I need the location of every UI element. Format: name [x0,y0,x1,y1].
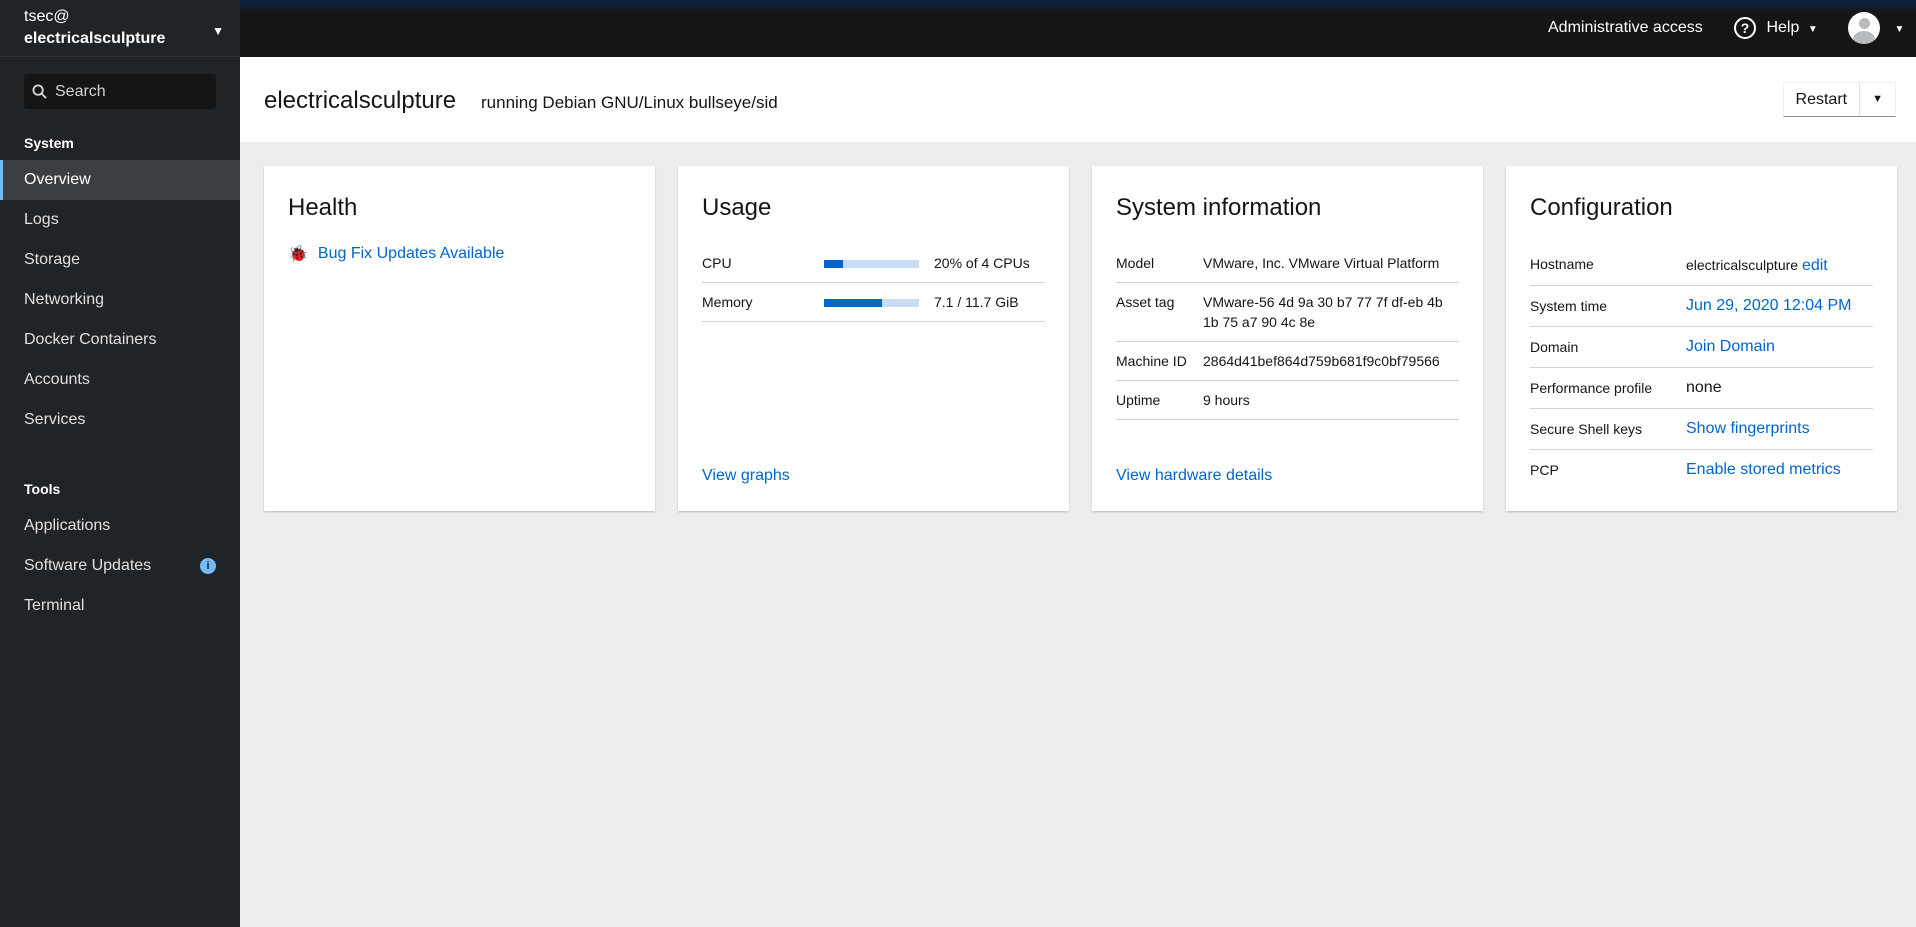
user-label: tsec@ [24,8,70,25]
host-label: electricalsculpture [24,30,166,47]
info-label: Model [1116,244,1203,283]
sidebar: tsec@ electricalsculpture ▼ Search Syste… [0,0,240,927]
os-subtitle: running Debian GNU/Linux bullseye/sid [481,93,778,112]
info-value: VMware, Inc. VMware Virtual Platform [1203,244,1459,283]
bug-icon: 🐞 [288,246,308,263]
help-menu[interactable]: ? Help ▼ [1734,0,1818,57]
nav-logs[interactable]: Logs [0,200,240,240]
administrative-access-button[interactable]: Administrative access [1548,0,1703,57]
card-title: Configuration [1530,194,1673,221]
caret-down-icon: ▼ [212,24,224,38]
config-label: Hostname [1530,244,1686,286]
enable-stored-metrics-link[interactable]: Enable stored metrics [1686,461,1841,478]
config-label: Performance profile [1530,367,1686,409]
nav-overview[interactable]: Overview [0,160,240,200]
info-label: Machine ID [1116,341,1203,381]
page-header: electricalsculpture running Debian GNU/L… [240,57,1916,142]
help-label: Help [1766,19,1800,36]
nav-label: Software Updates [24,557,152,574]
usage-table: CPU 20% of 4 CPUs Memory 7.1 / 11.7 GiB [702,244,1045,322]
info-value: 9 hours [1203,380,1459,420]
bug-fix-updates-link[interactable]: Bug Fix Updates Available [318,245,504,263]
cpu-progress-bar [824,260,919,269]
page-title: electricalsculpture [264,87,457,114]
system-time-link[interactable]: Jun 29, 2020 12:04 PM [1686,297,1851,314]
nav-accounts[interactable]: Accounts [0,360,240,400]
performance-profile-value[interactable]: none [1686,367,1873,409]
card-title: Health [288,194,358,221]
usage-label: Memory [702,282,824,322]
info-label: Uptime [1116,380,1203,420]
tools-section-label: Tools [24,481,61,497]
system-information-card: System information Model VMware, Inc. VMw… [1092,166,1483,511]
nav-networking[interactable]: Networking [0,280,240,320]
help-icon: ? [1734,16,1756,39]
nav-software-updates[interactable]: Software Updates i [0,546,240,586]
info-value: 2864d41bef864d759b681f9c0bf79566 [1203,341,1459,381]
health-card: Health 🐞 Bug Fix Updates Available [264,166,655,511]
show-fingerprints-link[interactable]: Show fingerprints [1686,420,1810,437]
usage-row-memory: Memory 7.1 / 11.7 GiB [702,282,1045,322]
user-menu[interactable]: ▼ [1848,0,1904,57]
system-info-table: Model VMware, Inc. VMware Virtual Platfor… [1116,244,1459,420]
usage-card: Usage CPU 20% of 4 CPUs Memory 7.1 / 11.7 … [678,166,1069,511]
search-placeholder: Search [55,82,106,100]
info-label: Asset tag [1116,282,1203,342]
usage-value: 7.1 / 11.7 GiB [934,282,1045,322]
nav-applications[interactable]: Applications [0,506,240,546]
system-section-label: System [24,135,74,151]
caret-down-icon: ▼ [1894,24,1905,35]
caret-down-icon: ▼ [1807,24,1818,35]
usage-label: CPU [702,244,824,283]
usage-row-cpu: CPU 20% of 4 CPUs [702,244,1045,283]
memory-progress-bar [824,299,919,308]
info-value: VMware-56 4d 9a 30 b7 77 7f df-eb 4b 1b … [1203,282,1459,342]
restart-dropdown-toggle[interactable]: ▼ [1859,83,1895,116]
progress-fill [824,260,843,269]
restart-button[interactable]: Restart [1784,83,1860,116]
configuration-card: Configuration Hostname electricalsculptur… [1506,166,1897,511]
view-hardware-details-link[interactable]: View hardware details [1116,467,1272,485]
progress-fill [824,299,882,308]
card-title: Usage [702,194,772,221]
nav-docker-containers[interactable]: Docker Containers [0,320,240,360]
usage-value: 20% of 4 CPUs [934,244,1045,283]
avatar [1848,11,1880,44]
restart-split-button[interactable]: Restart ▼ [1782,82,1896,117]
nav-storage[interactable]: Storage [0,240,240,280]
config-label: System time [1530,285,1686,327]
configuration-table: Hostname electricalsculpture edit System … [1530,244,1873,490]
top-bar: Administrative access ? Help ▼ ▼ [240,0,1916,57]
search-input[interactable]: Search [24,74,216,109]
nav-terminal[interactable]: Terminal [0,586,240,626]
card-title: System information [1116,194,1322,221]
join-domain-link[interactable]: Join Domain [1686,338,1775,355]
info-icon: i [200,558,216,574]
nav-services[interactable]: Services [0,400,240,440]
config-label: Domain [1530,326,1686,368]
search-icon [32,84,47,99]
hostname-value: electricalsculpture [1686,257,1799,273]
config-label: PCP [1530,462,1559,478]
config-label: Secure Shell keys [1530,408,1686,450]
edit-hostname-link[interactable]: edit [1802,257,1828,274]
view-graphs-link[interactable]: View graphs [702,467,790,485]
host-switcher[interactable]: tsec@ electricalsculpture ▼ [0,0,240,57]
